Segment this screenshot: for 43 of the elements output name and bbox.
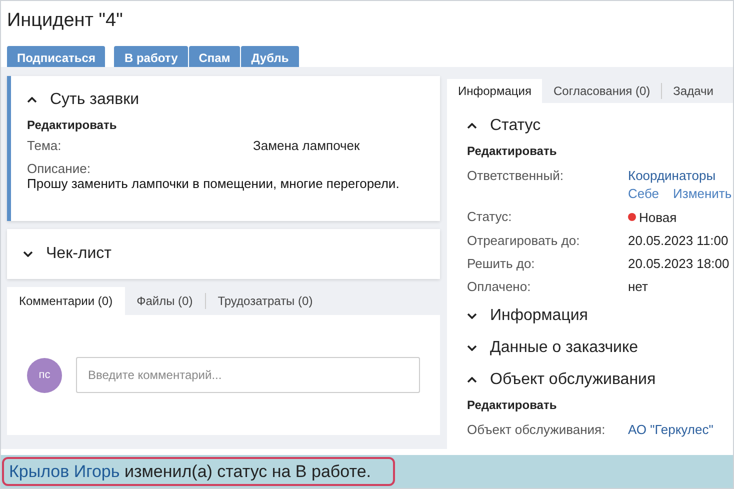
- edit-link[interactable]: Редактировать: [27, 118, 424, 132]
- tab[interactable]: Комментарии (0): [7, 287, 125, 315]
- field-value: Замена лампочек: [253, 138, 360, 153]
- edit-link[interactable]: Редактировать: [467, 398, 733, 412]
- section-title: Данные о заказчике: [490, 338, 638, 356]
- status-value: Новая: [639, 208, 677, 226]
- tab[interactable]: Задачи: [661, 83, 724, 99]
- description-text: Прошу заменить лампочки в помещении, многие перегорели.: [27, 176, 400, 191]
- chevron-icon[interactable]: [27, 97, 37, 103]
- chevron-icon[interactable]: [467, 123, 477, 129]
- field-label: Описание:: [27, 161, 92, 176]
- field-value: нет: [628, 278, 648, 294]
- comment-input[interactable]: Введите комментарий...: [76, 357, 420, 393]
- field-value: 20.05.2023 18:00: [628, 256, 730, 270]
- section-title: Чек-лист: [46, 245, 112, 263]
- chevron-icon[interactable]: [23, 251, 33, 257]
- assignee-link[interactable]: Координаторы: [628, 168, 716, 183]
- field-label: Объект обслуживания:: [467, 420, 606, 439]
- notification-text: Крылов Игорь изменил(а) статус на В работе.: [2, 457, 395, 486]
- assignee-link[interactable]: АО "Геркулес": [628, 422, 714, 436]
- tab[interactable]: Трудозатраты (0): [204, 293, 325, 309]
- section-title: Объект обслуживания: [490, 370, 656, 388]
- avatar: пс: [27, 358, 62, 392]
- field-value: 20.05.2023 11:00: [628, 232, 728, 248]
- section-title: Суть заявки: [50, 91, 139, 109]
- edit-link[interactable]: Редактировать: [467, 144, 733, 158]
- tab[interactable]: Информация: [447, 79, 542, 103]
- action-link[interactable]: Изменить: [673, 187, 732, 201]
- action-link[interactable]: Себе: [628, 187, 660, 201]
- section-title: Статус: [490, 117, 541, 135]
- field-label: Ответственный:: [467, 167, 564, 185]
- field-label: Оплачено:: [467, 278, 532, 296]
- chevron-icon[interactable]: [467, 344, 477, 350]
- field-label: Решить до:: [467, 254, 536, 273]
- chevron-icon[interactable]: [467, 312, 477, 318]
- field-label: Статус:: [467, 208, 513, 226]
- tab[interactable]: Согласования (0): [542, 79, 662, 103]
- page-title: Инцидент "4": [7, 9, 124, 33]
- tab[interactable]: Файлы (0): [124, 287, 205, 315]
- section-title: Информация: [490, 306, 588, 324]
- field-label: Отреагировать до:: [467, 232, 581, 250]
- field-label: Тема:: [27, 138, 62, 153]
- chevron-icon[interactable]: [467, 376, 477, 382]
